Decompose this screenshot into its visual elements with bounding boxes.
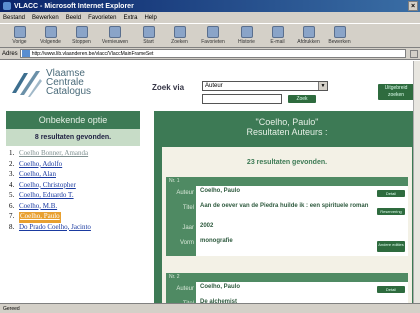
address-input[interactable]: http://www.lib.vlaanderen.be/vlacc/Vlacc… bbox=[19, 49, 406, 58]
address-label: Adres bbox=[2, 50, 18, 57]
logo-mark-icon bbox=[10, 69, 42, 99]
vlacc-logo[interactable]: Vlaamse Centrale Catalogus bbox=[10, 69, 140, 101]
refresh-icon bbox=[109, 26, 121, 38]
window-title: VLACC - Microsoft Internet Explorer bbox=[14, 2, 134, 10]
edit-button[interactable]: Bewerken bbox=[324, 24, 355, 48]
author-link[interactable]: Coelho, M.B. bbox=[19, 202, 57, 213]
menu-beeld[interactable]: Beeld bbox=[66, 15, 81, 21]
record-number: Nr. 1 bbox=[166, 177, 408, 186]
record-number: Nr. 2 bbox=[166, 273, 408, 282]
search-field-value: Auteur bbox=[205, 83, 223, 89]
record-form: monografie bbox=[196, 236, 374, 256]
window-titlebar: VLACC - Microsoft Internet Explorer × bbox=[0, 0, 420, 12]
home-button[interactable]: Start bbox=[133, 24, 164, 48]
page-scrollbar[interactable] bbox=[413, 61, 420, 303]
address-bar: Adres http://www.lib.vlaanderen.be/vlacc… bbox=[0, 48, 420, 60]
left-results-count: 8 resultaten gevonden. bbox=[6, 129, 140, 146]
record-row-titel: Titel Aan de oever van de Piedra huilde … bbox=[166, 201, 408, 221]
history-icon bbox=[240, 26, 253, 38]
record-author: Coelho, Paulo bbox=[196, 186, 374, 201]
detail-button[interactable]: Detail bbox=[377, 190, 405, 197]
author-link[interactable]: Coelho, Adolfo bbox=[19, 160, 62, 171]
menu-bestand[interactable]: Bestand bbox=[3, 15, 25, 21]
back-arrow-icon bbox=[13, 26, 26, 38]
record-author: Coelho, Paulo bbox=[196, 282, 374, 297]
print-icon bbox=[302, 26, 315, 38]
record-title: Aan de oever van de Piedra huilde ik : e… bbox=[196, 201, 374, 221]
chevron-down-icon: ▼ bbox=[318, 82, 327, 90]
search-submit-button[interactable]: Zoek bbox=[288, 95, 316, 103]
menu-extra[interactable]: Extra bbox=[123, 15, 137, 21]
results-title: Resultaten Auteurs : bbox=[246, 127, 328, 137]
browser-toolbar: Vorige Volgende Stoppen Vernieuwen Start… bbox=[0, 23, 420, 48]
other-editions-button[interactable]: Andere edities bbox=[377, 240, 405, 252]
back-button[interactable]: Vorige bbox=[4, 24, 35, 48]
page-icon bbox=[21, 50, 30, 57]
menu-bar: Bestand Bewerken Beeld Favorieten Extra … bbox=[0, 12, 420, 23]
mail-icon bbox=[271, 26, 284, 38]
status-bar: Gereed bbox=[0, 303, 420, 313]
list-item: 3. Coelho, Alan bbox=[9, 170, 140, 181]
search-by-label: Zoek via bbox=[152, 83, 185, 92]
author-link[interactable]: Coelho Bonner, Amanda bbox=[19, 149, 88, 160]
list-item: 2. Coelho, Adolfo bbox=[9, 160, 140, 171]
forward-arrow-icon bbox=[44, 26, 57, 38]
forward-button[interactable]: Volgende bbox=[35, 24, 66, 48]
stop-button[interactable]: Stoppen bbox=[66, 24, 97, 48]
author-link[interactable]: Coelho, Christopher bbox=[19, 181, 76, 192]
search-field-select[interactable]: Auteur ▼ bbox=[202, 81, 328, 91]
list-item: 1. Coelho Bonner, Amanda bbox=[9, 149, 140, 160]
menu-favorieten[interactable]: Favorieten bbox=[88, 15, 116, 21]
favorites-icon bbox=[207, 26, 219, 38]
address-dropdown-button[interactable] bbox=[410, 49, 418, 58]
record-row-jaar: Jaar 2002 bbox=[166, 221, 408, 236]
list-item: 5. Coelho, Eduardo T. bbox=[9, 191, 140, 202]
menu-help[interactable]: Help bbox=[144, 15, 156, 21]
menu-bewerken[interactable]: Bewerken bbox=[32, 15, 59, 21]
results-header: "Coelho, Paulo" Resultaten Auteurs : bbox=[154, 111, 420, 145]
refresh-button[interactable]: Vernieuwen bbox=[97, 24, 133, 48]
favorites-button[interactable]: Favorieten bbox=[195, 24, 231, 48]
record-row-auteur: Auteur Coelho, Paulo Detail bbox=[166, 282, 408, 297]
results-query: "Coelho, Paulo" bbox=[255, 117, 319, 127]
close-window-button[interactable]: × bbox=[408, 1, 418, 11]
results-panel: "Coelho, Paulo" Resultaten Auteurs : 23 … bbox=[154, 111, 420, 312]
record-year: 2002 bbox=[196, 221, 374, 236]
results-count: 23 resultaten gevonden. bbox=[246, 159, 328, 166]
author-link-selected[interactable]: Coelho, Paulo bbox=[19, 212, 61, 223]
detail-button[interactable]: Detail bbox=[377, 286, 405, 293]
mail-button[interactable]: E-mail bbox=[262, 24, 293, 48]
logo-line-3: Catalogus bbox=[46, 86, 92, 97]
record-row-auteur: Auteur Coelho, Paulo Detail bbox=[166, 186, 408, 201]
edit-icon bbox=[333, 26, 346, 38]
print-button[interactable]: Afdrukken bbox=[293, 24, 324, 48]
stop-icon bbox=[75, 26, 88, 38]
history-button[interactable]: Historie bbox=[231, 24, 262, 48]
status-text: Gereed bbox=[3, 305, 20, 312]
author-list-panel: Onbekende optie 8 resultaten gevonden. 1… bbox=[6, 111, 140, 303]
left-panel-title: Onbekende optie bbox=[6, 111, 140, 129]
list-item: 6. Coelho, M.B. bbox=[9, 202, 140, 213]
list-item: 4. Coelho, Christopher bbox=[9, 181, 140, 192]
author-list: 1. Coelho Bonner, Amanda 2. Coelho, Adolfo… bbox=[6, 146, 140, 233]
author-link[interactable]: Do Prado Coelho, Jacinto bbox=[19, 223, 91, 234]
results-list: 23 resultaten gevonden. Nr. 1 Auteur Coe… bbox=[162, 147, 412, 312]
search-button[interactable]: Zoeken bbox=[164, 24, 195, 48]
reservation-button[interactable]: Reservering bbox=[377, 207, 405, 215]
author-link[interactable]: Coelho, Alan bbox=[19, 170, 56, 181]
search-input[interactable] bbox=[202, 94, 282, 104]
site-header: Vlaamse Centrale Catalogus Zoek via Aute… bbox=[0, 61, 420, 108]
list-item: 8. Do Prado Coelho, Jacinto bbox=[9, 223, 140, 234]
search-icon bbox=[173, 26, 186, 38]
list-item: 7. Coelho, Paulo bbox=[9, 212, 140, 223]
advanced-search-button[interactable]: Uitgebreid zoeken bbox=[378, 84, 414, 100]
ie-icon bbox=[3, 2, 11, 10]
home-icon bbox=[142, 26, 155, 38]
page-content: Vlaamse Centrale Catalogus Zoek via Aute… bbox=[0, 61, 420, 312]
address-url: http://www.lib.vlaanderen.be/vlacc/Vlacc… bbox=[31, 51, 154, 57]
author-link[interactable]: Coelho, Eduardo T. bbox=[19, 191, 74, 202]
result-record: Nr. 1 Auteur Coelho, Paulo Detail Titel … bbox=[166, 177, 408, 256]
logo-text: Vlaamse Centrale Catalogus bbox=[46, 69, 92, 97]
record-row-vorm: Vorm monografie Andere edities bbox=[166, 236, 408, 256]
